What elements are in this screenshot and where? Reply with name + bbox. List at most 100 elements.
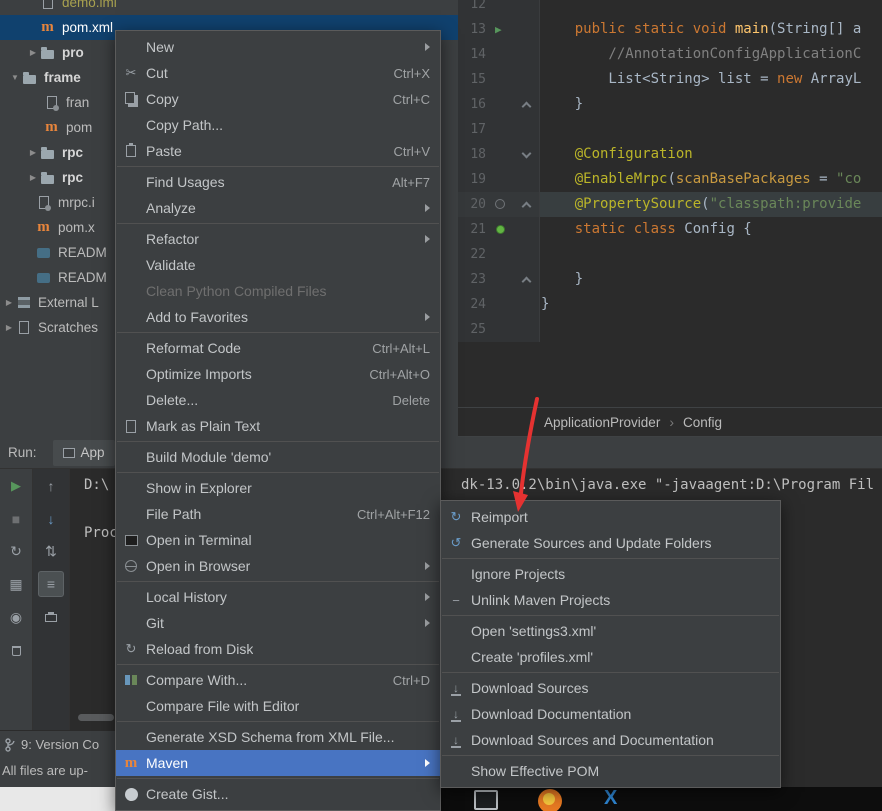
submenu-item-create-profiles[interactable]: Create 'profiles.xml' [441, 644, 780, 670]
gutter-icons [488, 267, 538, 292]
breadcrumb-item-class[interactable]: ApplicationProvider [544, 415, 660, 430]
code-text: @PropertySource("classpath:provide [540, 192, 861, 217]
editor-lines: 12 13▶ public static void main(String[] … [458, 0, 882, 342]
submenu-item-generate-sources[interactable]: ↺Generate Sources and Update Folders [441, 530, 780, 556]
menu-item-local-history[interactable]: Local History [116, 584, 440, 610]
menu-item-optimize-imports[interactable]: Optimize ImportsCtrl+Alt+O [116, 361, 440, 387]
folder-icon [40, 145, 55, 160]
print-button[interactable] [33, 601, 69, 634]
code-text: //AnnotationConfigApplicationC [540, 42, 861, 67]
menu-item-delete[interactable]: Delete...Delete [116, 387, 440, 413]
menu-item-cut[interactable]: ✂CutCtrl+X [116, 60, 440, 86]
clear-console-button[interactable] [0, 634, 32, 667]
tree-item-label: frame [44, 70, 81, 85]
menu-separator [117, 166, 439, 167]
down-stack-trace-button[interactable]: ↓ [33, 502, 69, 535]
fold-icon[interactable] [522, 277, 532, 287]
menu-item-compare-file-with-editor[interactable]: Compare File with Editor [116, 693, 440, 719]
tree-item-label: Scratches [38, 320, 98, 335]
menu-item-copy-path[interactable]: Copy Path... [116, 112, 440, 138]
icon-spacer [122, 697, 140, 715]
pin-button[interactable]: ◉ [0, 601, 32, 634]
menu-item-reformat-code[interactable]: Reformat CodeCtrl+Alt+L [116, 335, 440, 361]
submenu-item-download-sources-and-documentation[interactable]: ↓Download Sources and Documentation [441, 727, 780, 753]
menu-separator [442, 672, 779, 673]
menu-item-open-in-terminal[interactable]: Open in Terminal [116, 527, 440, 553]
taskbar-app-window-icon[interactable] [474, 790, 498, 810]
gutter-icons [488, 192, 538, 217]
thread-dump-button[interactable]: ▦ [0, 568, 32, 601]
menu-item-add-to-favorites[interactable]: Add to Favorites [116, 304, 440, 330]
console-horizontal-scrollbar[interactable] [78, 714, 114, 721]
gutter-dot-icon[interactable] [495, 199, 505, 209]
menu-item-validate[interactable]: Validate [116, 252, 440, 278]
menu-item-reload-from-disk[interactable]: ↻Reload from Disk [116, 636, 440, 662]
submenu-item-download-sources[interactable]: ↓Download Sources [441, 675, 780, 701]
menu-item-file-path[interactable]: File PathCtrl+Alt+F12 [116, 501, 440, 527]
menu-item-compare-with[interactable]: Compare With...Ctrl+D [116, 667, 440, 693]
menu-separator [117, 332, 439, 333]
submenu-item-unlink-maven-projects[interactable]: −Unlink Maven Projects [441, 587, 780, 613]
scroll-buttons[interactable]: ⇅ [33, 535, 69, 568]
taskbar-blue-app-icon[interactable]: X [604, 787, 617, 810]
fold-icon[interactable] [522, 102, 532, 112]
rerun-button[interactable]: ▶ [0, 469, 32, 502]
run-tab-app[interactable]: App [53, 440, 115, 466]
fold-icon[interactable] [522, 202, 532, 212]
submenu-item-show-effective-pom[interactable]: Show Effective POM [441, 758, 780, 784]
chevron-right-icon[interactable]: ▶ [26, 148, 40, 157]
taskbar-search-box[interactable] [0, 787, 118, 811]
menu-separator [117, 223, 439, 224]
firefox-icon-core [543, 793, 555, 805]
menu-item-mark-as-plain-text[interactable]: Mark as Plain Text [116, 413, 440, 439]
menu-item-open-in-browser[interactable]: Open in Browser [116, 553, 440, 579]
submenu-item-ignore-projects[interactable]: Ignore Projects [441, 561, 780, 587]
up-stack-trace-button[interactable]: ↑ [33, 469, 69, 502]
editor-line: 21 static class Config { [458, 217, 882, 242]
submenu-item-reimport[interactable]: ↻Reimport [441, 504, 780, 530]
menu-item-new[interactable]: New [116, 34, 440, 60]
code-text [540, 242, 541, 267]
code-text [540, 317, 541, 342]
menu-item-paste[interactable]: PasteCtrl+V [116, 138, 440, 164]
editor-line-current: 20 @PropertySource("classpath:provide [458, 192, 882, 217]
menu-item-generate-xsd[interactable]: Generate XSD Schema from XML File... [116, 724, 440, 750]
libraries-icon [16, 295, 31, 310]
submenu-item-open-settings3[interactable]: Open 'settings3.xml' [441, 618, 780, 644]
run-main-icon[interactable]: ▶ [495, 23, 502, 36]
gutter-icons [488, 42, 538, 67]
soft-wrap-toggle[interactable]: ≡ [38, 571, 64, 597]
menu-item-copy[interactable]: CopyCtrl+C [116, 86, 440, 112]
menu-item-git[interactable]: Git [116, 610, 440, 636]
breadcrumb-item-inner-class[interactable]: Config [683, 415, 722, 430]
chevron-down-icon[interactable]: ▼ [8, 73, 22, 82]
tree-item-label: rpc [62, 145, 83, 160]
chevron-right-icon[interactable]: ▶ [2, 298, 16, 307]
tree-item-demo-iml[interactable]: demo.iml [0, 0, 458, 15]
ide-window: demo.iml m pom.xml ▶ pro ▼ frame fran [0, 0, 882, 811]
icon-spacer [122, 116, 140, 134]
icon-spacer [122, 588, 140, 606]
chevron-right-icon[interactable]: ▶ [2, 323, 16, 332]
spring-bean-icon[interactable] [496, 225, 505, 234]
restart-button[interactable]: ↻ [0, 535, 32, 568]
chevron-right-icon[interactable]: ▶ [26, 48, 40, 57]
editor-line: 13▶ public static void main(String[] a [458, 17, 882, 42]
code-editor[interactable]: 12 13▶ public static void main(String[] … [458, 0, 882, 407]
menu-item-find-usages[interactable]: Find UsagesAlt+F7 [116, 169, 440, 195]
menu-item-maven[interactable]: mMaven [116, 750, 440, 776]
gutter-icons [488, 242, 538, 267]
menu-item-show-in-explorer[interactable]: Show in Explorer [116, 475, 440, 501]
fold-icon[interactable] [522, 149, 532, 159]
menu-item-build-module[interactable]: Build Module 'demo' [116, 444, 440, 470]
firefox-icon[interactable] [538, 789, 562, 811]
version-control-button[interactable]: 9: Version Co [4, 737, 99, 752]
menu-item-clean-python-compiled-files: Clean Python Compiled Files [116, 278, 440, 304]
stop-button[interactable]: ■ [0, 502, 32, 535]
line-number: 16 [458, 92, 488, 117]
submenu-item-download-documentation[interactable]: ↓Download Documentation [441, 701, 780, 727]
menu-item-refactor[interactable]: Refactor [116, 226, 440, 252]
menu-item-create-gist[interactable]: Create Gist... [116, 781, 440, 807]
chevron-right-icon[interactable]: ▶ [26, 173, 40, 182]
menu-item-analyze[interactable]: Analyze [116, 195, 440, 221]
